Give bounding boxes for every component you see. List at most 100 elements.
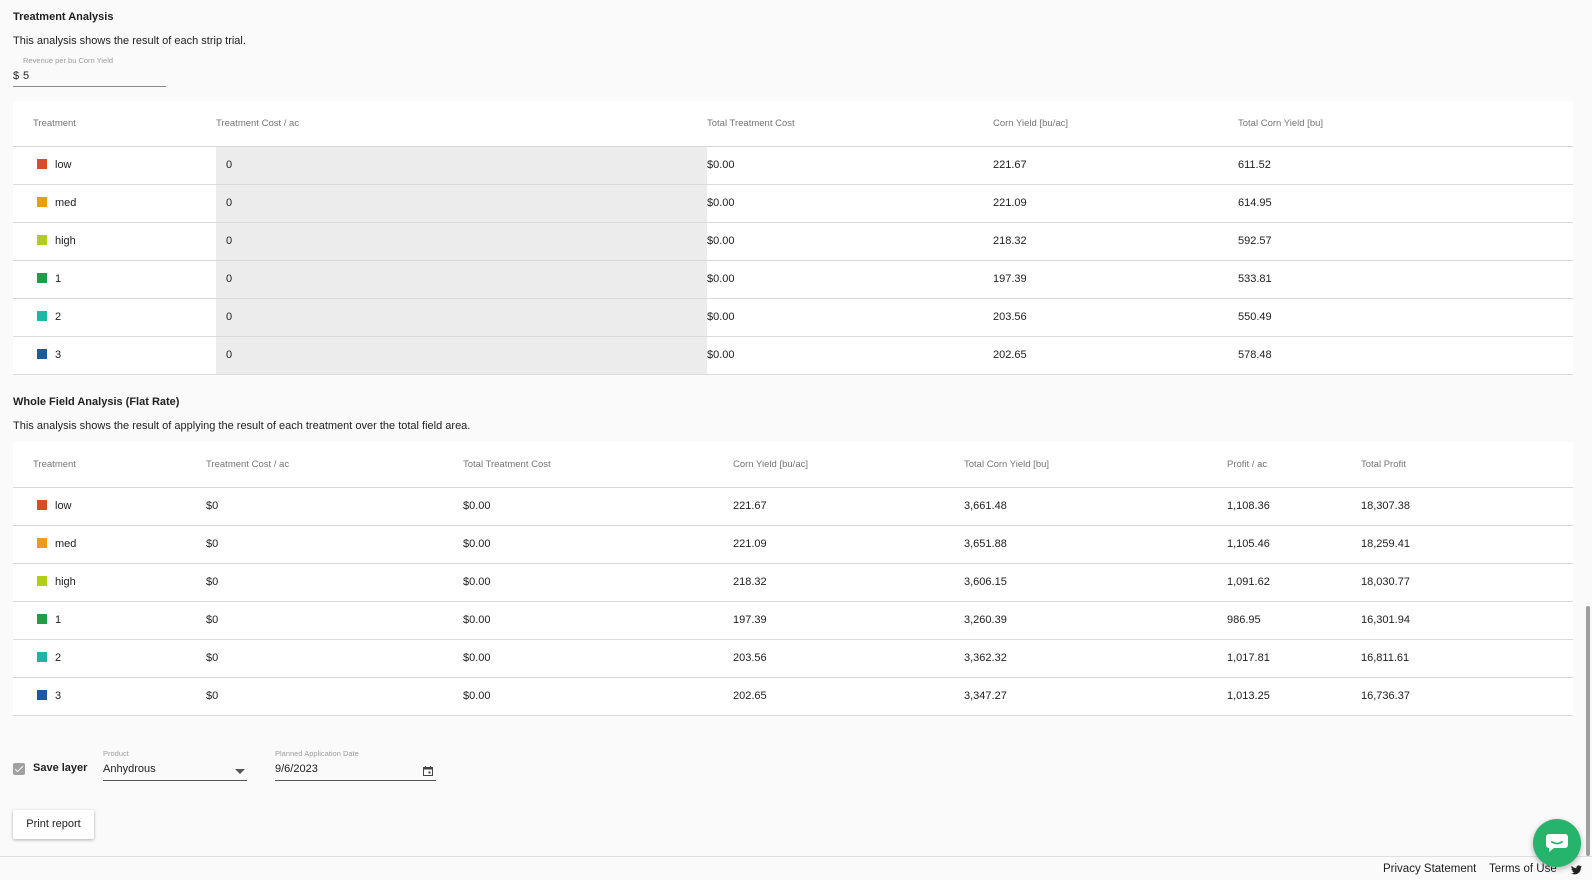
total-cost: $0.00 (463, 525, 733, 564)
total-cost: $0.00 (707, 298, 993, 337)
total-cost: $0.00 (707, 260, 993, 299)
profit-per-ac: 1,105.46 (1227, 525, 1361, 564)
corn-yield: 218.32 (733, 563, 964, 602)
chat-button[interactable] (1533, 819, 1581, 867)
col-total-corn-yield: Total Corn Yield [bu] (964, 442, 1227, 488)
col-corn-yield: Corn Yield [bu/ac] (733, 442, 964, 488)
total-profit: 16,811.61 (1361, 639, 1573, 678)
total-corn-yield: 3,362.32 (964, 639, 1227, 678)
whole-field-table: Treatment Treatment Cost / ac Total Trea… (13, 442, 1573, 716)
total-corn-yield: 611.52 (1238, 146, 1573, 185)
color-swatch (37, 614, 47, 625)
col-treatment: Treatment (13, 442, 206, 488)
col-treatment: Treatment (13, 101, 216, 147)
table-row: med $0 $0.00 221.09 3,651.88 1,105.46 18… (13, 525, 1573, 564)
corn-yield: 221.09 (993, 184, 1238, 223)
total-cost: $0.00 (707, 222, 993, 261)
color-swatch (37, 197, 47, 208)
table-row: 2 0 $0.00 203.56 550.49 (13, 298, 1573, 337)
total-corn-yield: 3,651.88 (964, 525, 1227, 564)
chat-icon (1546, 834, 1568, 852)
treatment-cost-input[interactable]: 0 (216, 146, 707, 185)
treatment-cost: $0 (206, 601, 463, 640)
total-corn-yield: 550.49 (1238, 298, 1573, 337)
table-row: 1 $0 $0.00 197.39 3,260.39 986.95 16,301… (13, 601, 1573, 640)
treatment-name: low (55, 159, 72, 171)
col-corn-yield: Corn Yield [bu/ac] (993, 101, 1238, 147)
total-cost: $0.00 (463, 639, 733, 678)
revenue-input[interactable]: $ 5 (13, 70, 166, 87)
treatment-cost-input[interactable]: 0 (216, 260, 707, 299)
corn-yield: 218.32 (993, 222, 1238, 261)
treatment-name: 3 (55, 349, 62, 361)
treatment-cost-input[interactable]: 0 (216, 222, 707, 261)
total-profit: 18,030.77 (1361, 563, 1573, 602)
table-row: 3 0 $0.00 202.65 578.48 (13, 336, 1573, 375)
whole-field-title: Whole Field Analysis (Flat Rate) (13, 396, 180, 408)
total-corn-yield: 3,260.39 (964, 601, 1227, 640)
twitter-icon[interactable] (1571, 865, 1582, 875)
corn-yield: 221.09 (733, 525, 964, 564)
treatment-cost: $0 (206, 563, 463, 602)
total-corn-yield: 592.57 (1238, 222, 1573, 261)
total-cost: $0.00 (463, 563, 733, 602)
color-swatch (37, 652, 47, 663)
treatment-cost: $0 (206, 487, 463, 526)
total-profit: 18,259.41 (1361, 525, 1573, 564)
treatment-cost-input[interactable]: 0 (216, 336, 707, 375)
corn-yield: 202.65 (993, 336, 1238, 375)
color-swatch (37, 690, 47, 701)
profit-per-ac: 1,108.36 (1227, 487, 1361, 526)
treatment-table-header: Treatment Treatment Cost / ac Total Trea… (13, 101, 1573, 147)
treatment-name: 3 (55, 690, 62, 702)
corn-yield: 203.56 (993, 298, 1238, 337)
calendar-icon[interactable] (423, 766, 433, 776)
treatment-name: 1 (55, 273, 62, 285)
treatment-cost-input[interactable]: 0 (216, 184, 707, 223)
corn-yield: 221.67 (733, 487, 964, 526)
color-swatch (37, 311, 47, 322)
whole-field-table-header: Treatment Treatment Cost / ac Total Trea… (13, 442, 1573, 488)
print-report-button[interactable]: Print report (13, 810, 94, 839)
total-cost: $0.00 (463, 677, 733, 716)
table-row: low 0 $0.00 221.67 611.52 (13, 146, 1573, 185)
corn-yield: 197.39 (993, 260, 1238, 299)
total-profit: 16,736.37 (1361, 677, 1573, 716)
treatment-name: 2 (55, 311, 62, 323)
col-profit-per-ac: Profit / ac (1227, 442, 1361, 488)
total-cost: $0.00 (463, 487, 733, 526)
total-cost: $0.00 (707, 146, 993, 185)
treatment-cost: $0 (206, 639, 463, 678)
total-profit: 16,301.94 (1361, 601, 1573, 640)
color-swatch (37, 235, 47, 246)
color-swatch (37, 538, 47, 549)
col-treatment-cost: Treatment Cost / ac (216, 101, 707, 147)
color-swatch (37, 576, 47, 587)
treatment-analysis-title: Treatment Analysis (13, 11, 114, 23)
product-select[interactable]: Anhydrous (103, 763, 247, 781)
table-row: low $0 $0.00 221.67 3,661.48 1,108.36 18… (13, 487, 1573, 526)
privacy-link[interactable]: Privacy Statement (1383, 863, 1476, 875)
treatment-cost: $0 (206, 677, 463, 716)
footer: Privacy Statement Terms of Use (0, 856, 1592, 880)
planned-date-input[interactable]: 9/6/2023 (275, 763, 436, 781)
table-row: 2 $0 $0.00 203.56 3,362.32 1,017.81 16,8… (13, 639, 1573, 678)
total-corn-yield: 3,606.15 (964, 563, 1227, 602)
profit-per-ac: 1,091.62 (1227, 563, 1361, 602)
save-layer-checkbox[interactable] (13, 763, 25, 775)
profit-per-ac: 1,013.25 (1227, 677, 1361, 716)
save-layer-label: Save layer (33, 762, 88, 774)
total-cost: $0.00 (463, 601, 733, 640)
total-corn-yield: 533.81 (1238, 260, 1573, 299)
profit-per-ac: 1,017.81 (1227, 639, 1361, 678)
total-profit: 18,307.38 (1361, 487, 1573, 526)
scrollbar[interactable] (1586, 606, 1590, 856)
treatment-table: Treatment Treatment Cost / ac Total Trea… (13, 101, 1573, 375)
total-cost: $0.00 (707, 184, 993, 223)
treatment-cost-input[interactable]: 0 (216, 298, 707, 337)
treatment-name: low (55, 500, 72, 512)
revenue-label: Revenue per bu Corn Yield (23, 56, 114, 65)
treatment-name: high (55, 576, 76, 588)
treatment-name: 1 (55, 614, 62, 626)
col-total-corn-yield: Total Corn Yield [bu] (1238, 101, 1573, 147)
